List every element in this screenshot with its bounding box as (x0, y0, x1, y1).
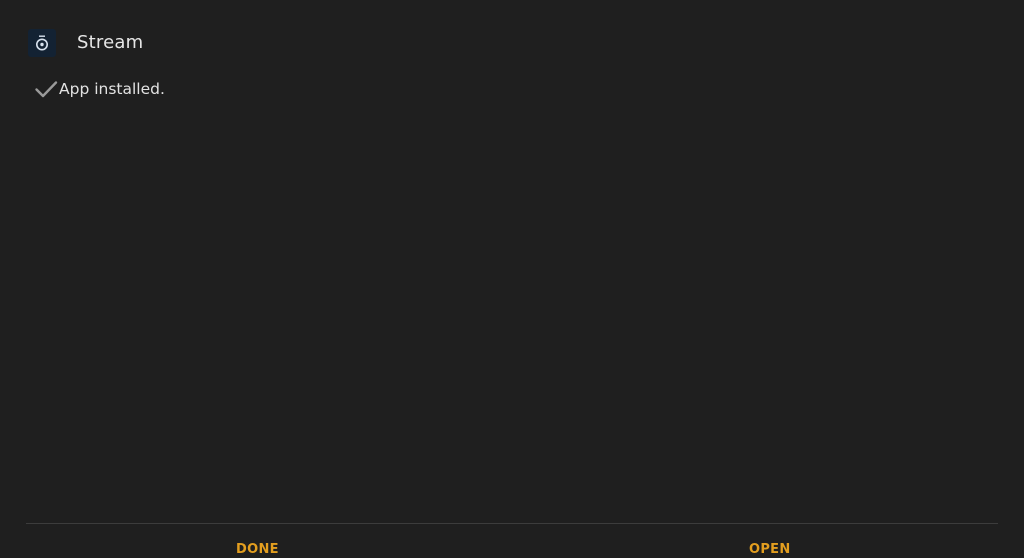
status-text: App installed. (59, 80, 165, 98)
done-button[interactable]: DONE (236, 541, 279, 558)
install-status: App installed. (34, 78, 165, 100)
check-icon (34, 78, 58, 100)
app-header: Stream (28, 28, 143, 58)
stream-app-icon (28, 29, 56, 57)
footer-divider (26, 523, 998, 524)
app-name: Stream (77, 32, 144, 53)
open-button[interactable]: OPEN (749, 541, 791, 558)
